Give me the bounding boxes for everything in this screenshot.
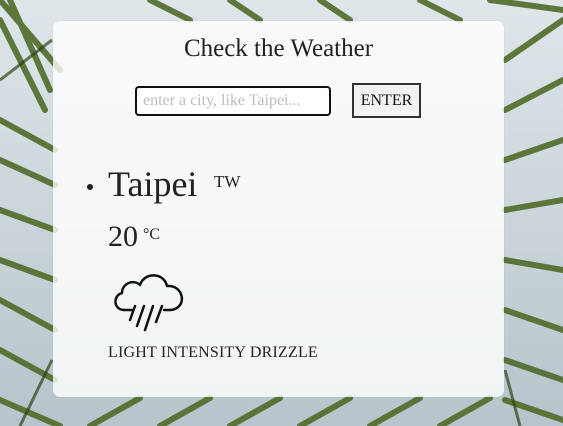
enter-button[interactable]: ENTER [352,83,421,118]
weather-condition: LIGHT INTENSITY DRIZZLE [108,344,318,361]
temperature-unit: °C [143,226,161,243]
country-code: TW [214,172,241,191]
rain-cloud-icon [114,274,184,332]
page-title: Check the Weather [183,35,374,62]
city-search-input[interactable] [135,86,331,116]
weather-card: Check the Weather ENTER Taipei TW 20 °C … [53,21,504,397]
list-bullet [87,184,93,190]
city-name: Taipei [108,164,198,204]
temperature-value: 20 [108,220,138,253]
